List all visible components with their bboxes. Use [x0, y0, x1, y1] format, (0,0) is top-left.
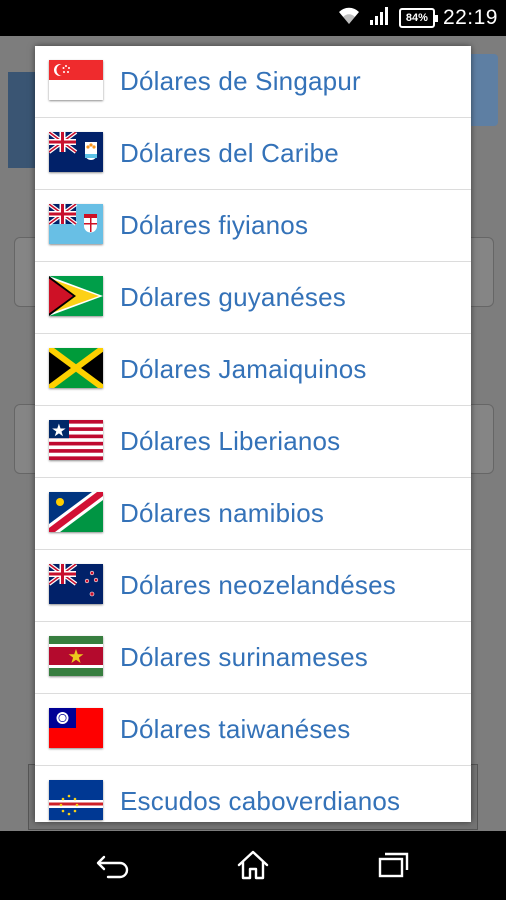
- status-time: 22:19: [442, 6, 498, 29]
- currency-label: Dólares del Caribe: [120, 138, 339, 168]
- anguilla-flag-icon: [49, 132, 103, 172]
- list-item[interactable]: Dólares taiwanéses: [35, 694, 471, 766]
- new-zealand-flag-icon: [49, 564, 103, 604]
- jamaica-flag-icon: [49, 348, 103, 388]
- status-bar: 84% 22:19: [0, 0, 506, 36]
- currency-label: Escudos caboverdianos: [120, 786, 401, 816]
- list-item[interactable]: Dólares neozelandéses: [35, 550, 471, 622]
- currency-label: Dólares neozelandéses: [120, 570, 396, 600]
- currency-label: Dólares Liberianos: [120, 426, 341, 456]
- fiji-flag-icon: [49, 204, 103, 244]
- list-item[interactable]: Dólares Liberianos: [35, 406, 471, 478]
- list-item[interactable]: Dólares de Singapur: [35, 46, 471, 118]
- currency-label: Dólares surinameses: [120, 642, 369, 672]
- cape-verde-flag-icon: [49, 780, 103, 820]
- list-item[interactable]: Dólares surinameses: [35, 622, 471, 694]
- wifi-icon: [337, 6, 361, 31]
- currency-label: Dólares de Singapur: [120, 66, 361, 96]
- currency-label: Dólares namibios: [120, 498, 325, 528]
- list-item[interactable]: Escudos caboverdianos: [35, 766, 471, 822]
- home-icon[interactable]: [231, 845, 275, 885]
- back-icon[interactable]: [92, 845, 136, 885]
- list-item[interactable]: Dólares fiyianos: [35, 190, 471, 262]
- currency-label: Dólares guyanéses: [120, 282, 346, 312]
- list-item[interactable]: Dólares guyanéses: [35, 262, 471, 334]
- liberia-flag-icon: [49, 420, 103, 460]
- namibia-flag-icon: [49, 492, 103, 532]
- currency-label: Dólares Jamaiquinos: [120, 354, 367, 384]
- list-item[interactable]: Dólares del Caribe: [35, 118, 471, 190]
- suriname-flag-icon: [49, 636, 103, 676]
- list-item[interactable]: Dólares namibios: [35, 478, 471, 550]
- guyana-flag-icon: [49, 276, 103, 316]
- navigation-bar: [0, 831, 506, 900]
- currency-list-dialog: Dólares de Singapur Dólares del Caribe D…: [35, 46, 471, 822]
- currency-label: Dólares taiwanéses: [120, 714, 351, 744]
- currency-label: Dólares fiyianos: [120, 210, 309, 240]
- recent-apps-icon[interactable]: [371, 845, 415, 885]
- taiwan-flag-icon: [49, 708, 103, 748]
- singapore-flag-icon: [49, 60, 103, 100]
- battery-icon: 84%: [398, 8, 438, 28]
- signal-icon: [369, 6, 391, 31]
- list-item[interactable]: Dólares Jamaiquinos: [35, 334, 471, 406]
- status-icons: 84% 22:19: [337, 6, 498, 30]
